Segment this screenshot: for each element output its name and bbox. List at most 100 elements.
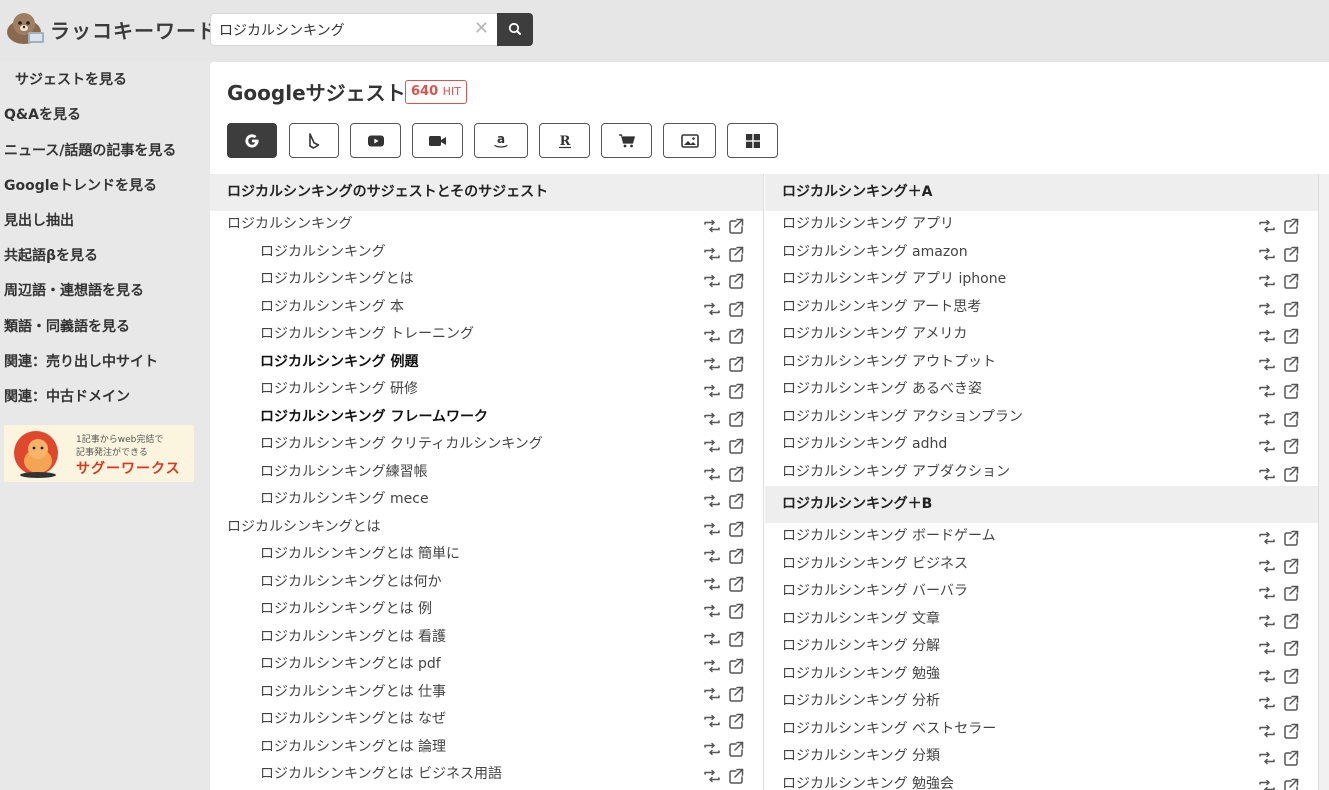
retweet-icon[interactable] — [704, 219, 720, 233]
retweet-icon[interactable] — [704, 769, 720, 783]
source-image-button[interactable] — [663, 123, 716, 158]
sidebar-item-headings[interactable]: 見出し抽出 — [4, 210, 74, 230]
external-link-icon[interactable] — [729, 301, 744, 317]
retweet-icon[interactable] — [704, 274, 720, 288]
sidebar-item-used-domains[interactable]: 関連：中古ドメイン — [4, 386, 130, 406]
retweet-icon[interactable] — [704, 412, 720, 425]
retweet-icon[interactable] — [1259, 751, 1275, 765]
suggest-keyword-link[interactable]: ロジカルシンキングとは — [260, 266, 414, 294]
external-link-icon[interactable] — [729, 713, 744, 729]
external-link-icon[interactable] — [1284, 585, 1299, 601]
external-link-icon[interactable] — [729, 493, 744, 509]
suggest-keyword-link[interactable]: ロジカルシンキング mece — [260, 486, 429, 514]
external-link-icon[interactable] — [729, 603, 744, 619]
external-link-icon[interactable] — [1284, 750, 1299, 766]
suggest-keyword-link[interactable]: ロジカルシンキング 本 — [260, 294, 404, 322]
retweet-icon[interactable] — [704, 577, 720, 590]
sidebar-item-google-trends[interactable]: Googleトレンドを見る — [4, 175, 157, 195]
sidebar-item-news[interactable]: ニュース/話題の記事を見る — [4, 140, 176, 160]
external-link-icon[interactable] — [729, 438, 744, 454]
external-link-icon[interactable] — [1284, 411, 1299, 427]
external-link-icon[interactable] — [1284, 273, 1299, 289]
sidebar-item-sites-for-sale[interactable]: 関連：売り出し中サイト — [4, 351, 158, 371]
sidebar-item-synonyms[interactable]: 類語・同義語を見る — [4, 316, 130, 336]
source-windows-button[interactable] — [727, 123, 778, 158]
suggest-keyword-link[interactable]: ロジカルシンキング adhd — [782, 431, 947, 459]
scrollbar[interactable] — [1319, 174, 1329, 790]
sidebar-item-related-words[interactable]: 周辺語・連想語を見る — [4, 280, 144, 300]
external-link-icon[interactable] — [729, 466, 744, 482]
retweet-icon[interactable] — [704, 659, 720, 673]
retweet-icon[interactable] — [1259, 559, 1275, 572]
source-bing-button[interactable] — [289, 123, 339, 158]
suggest-keyword-link[interactable]: ロジカルシンキング あるべき姿 — [782, 376, 982, 404]
retweet-icon[interactable] — [1259, 329, 1275, 343]
external-link-icon[interactable] — [1284, 438, 1299, 454]
suggest-keyword-link[interactable]: ロジカルシンキング クリティカルシンキング — [260, 431, 543, 459]
suggest-keyword-link[interactable]: ロジカルシンキング amazon — [782, 239, 968, 267]
external-link-icon[interactable] — [729, 411, 744, 427]
suggest-keyword-link[interactable]: ロジカルシンキングとは 論理 — [260, 734, 446, 762]
retweet-icon[interactable] — [1259, 384, 1275, 398]
source-google-button[interactable] — [227, 123, 277, 158]
retweet-icon[interactable] — [704, 357, 720, 370]
suggest-keyword-link[interactable]: ロジカルシンキング 分解 — [782, 633, 940, 661]
retweet-icon[interactable] — [1259, 219, 1275, 233]
suggest-keyword-link[interactable]: ロジカルシンキング アブダクション — [782, 459, 1010, 487]
retweet-icon[interactable] — [1259, 357, 1275, 370]
source-rakuten-button[interactable]: R — [539, 123, 590, 158]
suggest-keyword-link[interactable]: ロジカルシンキングとは — [227, 514, 381, 542]
retweet-icon[interactable] — [1259, 302, 1275, 315]
suggest-keyword-link[interactable]: ロジカルシンキング アクションプラン — [782, 404, 1023, 432]
retweet-icon[interactable] — [704, 714, 720, 728]
external-link-icon[interactable] — [729, 768, 744, 784]
suggest-keyword-link[interactable]: ロジカルシンキングとは 簡単に — [260, 541, 460, 569]
external-link-icon[interactable] — [1284, 328, 1299, 344]
retweet-icon[interactable] — [1259, 696, 1275, 710]
suggest-keyword-link[interactable]: ロジカルシンキングとは 例 — [260, 596, 432, 624]
retweet-icon[interactable] — [1259, 614, 1275, 627]
retweet-icon[interactable] — [1259, 439, 1275, 453]
retweet-icon[interactable] — [1259, 412, 1275, 425]
suggest-keyword-link[interactable]: ロジカルシンキング 文章 — [782, 606, 940, 634]
suggest-keyword-link[interactable]: ロジカルシンキング アウトプット — [782, 349, 996, 377]
search-input[interactable] — [219, 20, 469, 40]
source-video-button[interactable] — [412, 123, 463, 158]
retweet-icon[interactable] — [704, 302, 720, 315]
external-link-icon[interactable] — [1284, 383, 1299, 399]
external-link-icon[interactable] — [729, 218, 744, 234]
retweet-icon[interactable] — [704, 687, 720, 700]
external-link-icon[interactable] — [729, 356, 744, 372]
suggest-keyword-link[interactable]: ロジカルシンキング バーバラ — [782, 578, 968, 606]
source-amazon-button[interactable]: a — [474, 123, 528, 158]
external-link-icon[interactable] — [1284, 778, 1299, 790]
suggest-keyword-link[interactable]: ロジカルシンキング 分析 — [782, 688, 940, 716]
external-link-icon[interactable] — [1284, 558, 1299, 574]
retweet-icon[interactable] — [1259, 586, 1275, 600]
source-shopping-button[interactable] — [601, 123, 652, 158]
external-link-icon[interactable] — [729, 246, 744, 262]
external-link-icon[interactable] — [729, 548, 744, 564]
source-youtube-button[interactable] — [350, 123, 401, 158]
suggest-keyword-link[interactable]: ロジカルシンキング 勉強 — [782, 661, 940, 689]
external-link-icon[interactable] — [729, 273, 744, 289]
external-link-icon[interactable] — [1284, 640, 1299, 656]
sidebar-item-cooccurrence[interactable]: 共起語βを見る — [4, 245, 98, 265]
retweet-icon[interactable] — [704, 247, 720, 260]
external-link-icon[interactable] — [729, 521, 744, 537]
suggest-keyword-link[interactable]: ロジカルシンキング ベストセラー — [782, 716, 996, 744]
sagooworks-banner[interactable]: 1記事からweb完結で 記事発注ができる サグーワークス — [4, 425, 194, 482]
retweet-icon[interactable] — [704, 632, 720, 645]
suggest-keyword-link[interactable]: ロジカルシンキング フレームワーク — [260, 404, 488, 432]
suggest-keyword-link[interactable]: ロジカルシンキング アプリ — [782, 211, 954, 239]
sidebar-item-suggest[interactable]: サジェストを見る — [15, 69, 127, 89]
external-link-icon[interactable] — [729, 328, 744, 344]
suggest-keyword-link[interactable]: ロジカルシンキング トレーニング — [260, 321, 474, 349]
suggest-keyword-link[interactable]: ロジカルシンキング アメリカ — [782, 321, 967, 349]
retweet-icon[interactable] — [704, 329, 720, 343]
suggest-keyword-link[interactable]: ロジカルシンキングとは pdf — [260, 651, 441, 679]
suggest-keyword-link[interactable]: ロジカルシンキング — [227, 211, 353, 239]
external-link-icon[interactable] — [1284, 613, 1299, 629]
retweet-icon[interactable] — [1259, 724, 1275, 737]
retweet-icon[interactable] — [704, 384, 720, 398]
